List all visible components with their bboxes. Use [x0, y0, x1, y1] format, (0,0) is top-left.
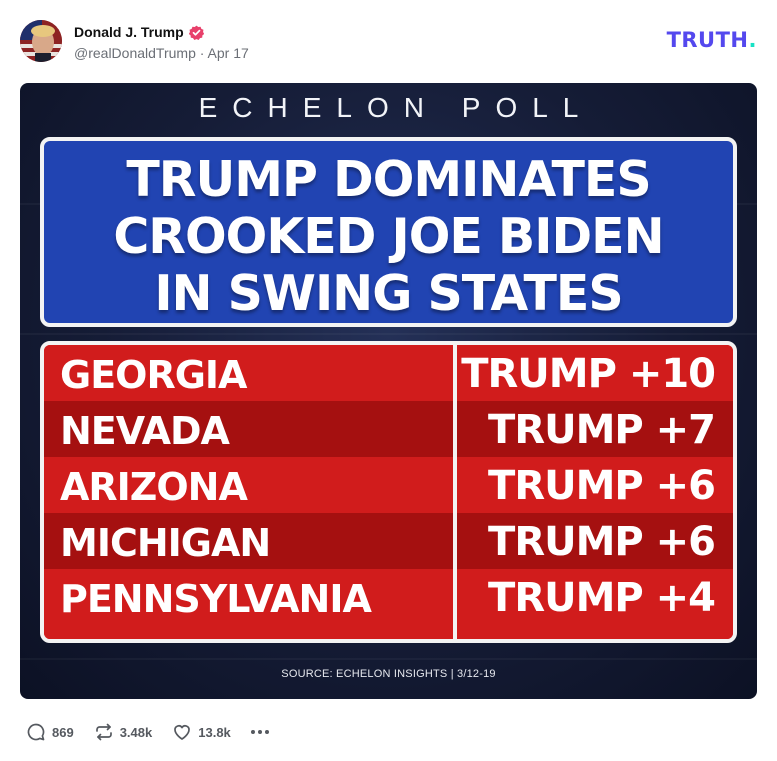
headline-line: IN SWING STATES [154, 265, 623, 322]
heart-icon [172, 722, 192, 742]
state-result: TRUMP +7 [488, 407, 716, 453]
post-date[interactable]: Apr 17 [208, 45, 249, 61]
author-meta: @realDonaldTrump · Apr 17 [74, 45, 249, 61]
meta-separator: · [199, 45, 208, 61]
retruth-icon [94, 722, 114, 742]
table-row: ARIZONA TRUMP +6 [44, 457, 733, 513]
headline-line: CROOKED JOE BIDEN [113, 208, 664, 265]
reply-icon [26, 722, 46, 742]
state-name: MICHIGAN [60, 521, 271, 565]
logo-dot: . [748, 28, 757, 52]
state-result: TRUMP +4 [488, 575, 716, 621]
state-result: TRUMP +10 [461, 351, 716, 397]
action-bar: 869 3.48k 13.8k [26, 721, 269, 743]
poll-label: ECHELON POLL [198, 92, 594, 123]
post-image[interactable]: ECHELON POLL TRUMP DOMINATES CROOKED JOE… [20, 83, 757, 699]
state-name: GEORGIA [60, 353, 247, 397]
author-block: Donald J. Trump @realDonaldTrump · Apr 1… [74, 22, 249, 61]
like-button[interactable]: 13.8k [172, 722, 231, 742]
state-result: TRUMP +6 [488, 463, 716, 509]
state-result: TRUMP +6 [488, 519, 716, 565]
more-icon[interactable] [250, 722, 269, 742]
logo-text: TRUTH [666, 28, 749, 52]
more-dot [264, 730, 269, 734]
results-table: GEORGIA TRUMP +10 NEVADA TRUMP +7 ARIZON… [40, 341, 737, 643]
table-row: NEVADA TRUMP +7 [44, 401, 733, 457]
table-row: PENNSYLVANIA TRUMP +4 [44, 569, 733, 639]
reply-count: 869 [52, 724, 74, 740]
headline-box: TRUMP DOMINATES CROOKED JOE BIDEN IN SWI… [40, 137, 737, 327]
post-header: Donald J. Trump @realDonaldTrump · Apr 1… [20, 20, 757, 66]
more-dot [257, 730, 262, 734]
reply-button[interactable]: 869 [26, 722, 74, 742]
headline-line: TRUMP DOMINATES [126, 151, 651, 208]
state-name: NEVADA [60, 409, 230, 453]
bg-stripe [20, 333, 757, 335]
author-name[interactable]: Donald J. Trump [74, 24, 184, 40]
state-name: ARIZONA [60, 465, 248, 509]
avatar[interactable] [20, 20, 62, 62]
headline: TRUMP DOMINATES CROOKED JOE BIDEN IN SWI… [44, 151, 733, 322]
verified-badge-icon [188, 25, 204, 40]
bg-stripe [20, 658, 757, 660]
table-row: MICHIGAN TRUMP +6 [44, 513, 733, 569]
source-caption: SOURCE: ECHELON INSIGHTS | 3/12-19 [281, 668, 496, 680]
column-divider [453, 345, 457, 639]
like-count: 13.8k [198, 724, 231, 740]
truth-logo[interactable]: TRUTH. [667, 28, 757, 52]
author-handle[interactable]: @realDonaldTrump [74, 45, 196, 61]
more-dot [250, 730, 255, 734]
retruth-button[interactable]: 3.48k [94, 722, 153, 742]
table-row: GEORGIA TRUMP +10 [44, 345, 733, 401]
retruth-count: 3.48k [119, 724, 153, 740]
state-name: PENNSYLVANIA [60, 577, 372, 621]
